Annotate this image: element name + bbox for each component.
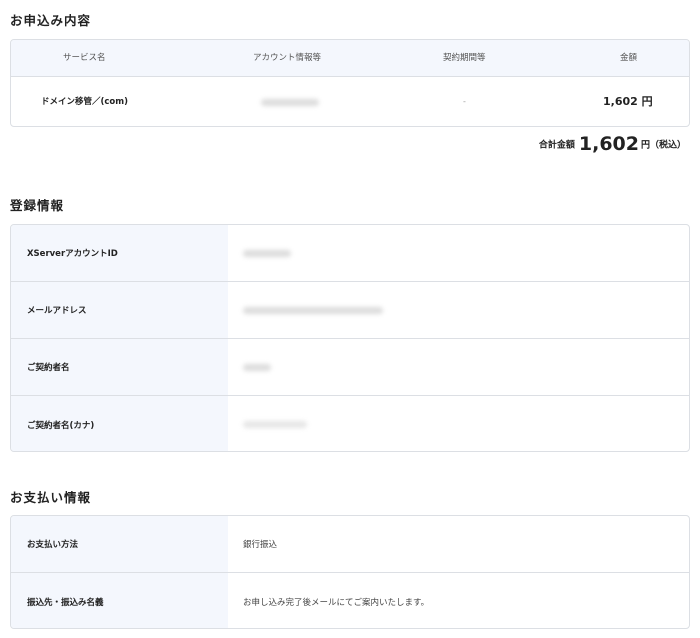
payment-section-title: お支払い情報 (10, 490, 92, 505)
order-amount: 1,602 円 (603, 95, 653, 108)
payment-value: お申し込み完了後メールにてご案内いたします。 (243, 597, 430, 608)
total-label: 合計金額 (538, 140, 575, 151)
registration-label: メールアドレス (11, 282, 228, 338)
registration-row-contractor-kana: ご契約者名(カナ) (11, 396, 689, 451)
order-table: サービス名 アカウント情報等 契約期間等 金額 ドメイン移管／(com) - 1… (10, 39, 690, 127)
payment-label: 振込先・振込み名義 (11, 573, 228, 628)
payment-row-transfer-info: 振込先・振込み名義 お申し込み完了後メールにてご案内いたします。 (11, 573, 689, 628)
registration-label: ご契約者名(カナ) (11, 396, 228, 451)
registration-label: ご契約者名 (11, 339, 228, 395)
payment-label: お支払い方法 (11, 516, 228, 572)
order-section-title: お申込み内容 (10, 13, 92, 28)
registration-value-redacted (228, 282, 689, 338)
registration-value-redacted (228, 396, 689, 451)
payment-value: 銀行振込 (243, 540, 278, 550)
header-service-name: サービス名 (63, 53, 106, 63)
header-amount: 金額 (620, 53, 638, 63)
registration-label: XServerアカウントID (11, 225, 228, 281)
registration-value-redacted (228, 225, 689, 281)
order-service-name: ドメイン移管／(com) (41, 97, 129, 107)
registration-table: XServerアカウントID メールアドレス ご契約者名 ご契約者名(カナ) (10, 224, 690, 452)
order-table-header: サービス名 アカウント情報等 契約期間等 金額 (11, 40, 689, 77)
total-amount: 合計金額 1,602 円（税込） (539, 133, 686, 155)
payment-row-method: お支払い方法 銀行振込 (11, 516, 689, 573)
total-unit: 円（税込） (640, 140, 686, 151)
order-contract-period: - (463, 97, 466, 106)
order-table-row: ドメイン移管／(com) - 1,602 円 (11, 77, 689, 126)
registration-value-redacted (228, 339, 689, 395)
registration-section-title: 登録情報 (10, 198, 65, 213)
registration-row-account-id: XServerアカウントID (11, 225, 689, 282)
order-account-info-redacted (261, 77, 319, 126)
payment-table: お支払い方法 銀行振込 振込先・振込み名義 お申し込み完了後メールにてご案内いた… (10, 515, 690, 629)
registration-row-contractor-name: ご契約者名 (11, 339, 689, 396)
header-account-info: アカウント情報等 (253, 53, 322, 63)
total-value: 1,602 (578, 133, 639, 155)
header-contract-period: 契約期間等 (443, 53, 486, 63)
registration-row-email: メールアドレス (11, 282, 689, 339)
